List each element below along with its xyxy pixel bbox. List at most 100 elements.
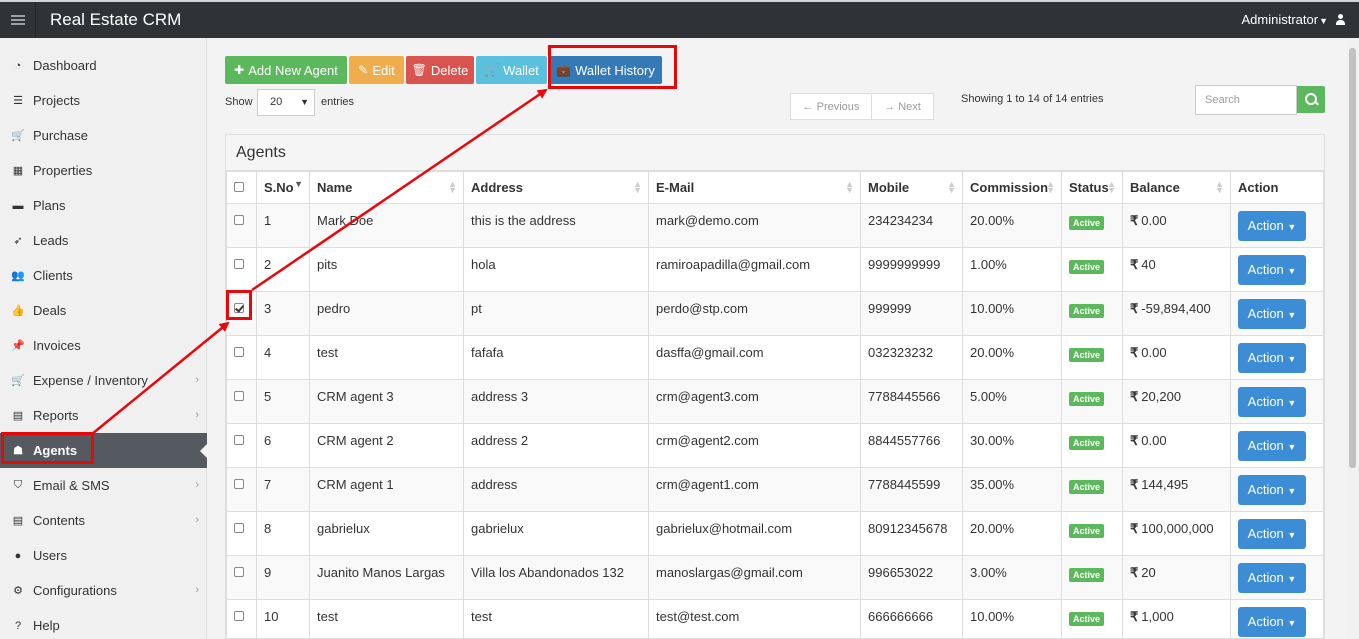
app-title[interactable]: Real Estate CRM [50, 10, 181, 30]
column-header-sno[interactable]: S.No ▼ [256, 171, 310, 204]
table-row[interactable]: 2 pits hola ramiroapadilla@gmail.com 9999999… [226, 247, 1324, 292]
wallet-button[interactable]: 🛒 Wallet [476, 56, 547, 84]
column-header-action: Action [1230, 171, 1324, 204]
cell-balance: ₹20,200 [1122, 379, 1231, 424]
row-checkbox[interactable] [234, 215, 244, 225]
table-row[interactable]: 4 test fafafa dasffa@gmail.com 032323232 20.0… [226, 335, 1324, 380]
cell-name: CRM agent 2 [309, 423, 464, 468]
cell-status: Active [1061, 467, 1123, 512]
table-row[interactable]: 3 pedro pt perdo@stp.com 999999 10.00% Active ₹… [226, 291, 1324, 336]
row-checkbox[interactable] [234, 523, 244, 533]
table-row[interactable]: 1 Mark Doe this is the address mark@demo.co… [226, 203, 1324, 248]
column-header-name[interactable]: Name ▲ ▼ [309, 171, 464, 204]
search-button[interactable] [1297, 86, 1325, 113]
sort-icon: ▲ ▼ [947, 179, 956, 195]
sidebar-item-contents[interactable]: ▤ Contents › [0, 503, 207, 538]
row-checkbox[interactable] [234, 567, 244, 577]
row-action-button[interactable]: Action ▼ [1238, 519, 1306, 549]
caret-down-icon: ▼ [1287, 574, 1297, 584]
entries-label: entries [321, 96, 355, 108]
row-checkbox[interactable] [234, 479, 244, 489]
show-label: Show [225, 96, 253, 108]
tachometer-icon: ◔ [14, 59, 22, 72]
sidebar-item-users[interactable]: ● Users [0, 538, 207, 573]
cell-balance: ₹144,495 [1122, 467, 1231, 512]
row-action-button[interactable]: Action ▼ [1238, 607, 1306, 637]
row-select-cell [226, 423, 257, 468]
rupee-icon: ₹ [1130, 521, 1139, 536]
delete-button[interactable]: 🗑 Delete [406, 56, 474, 84]
sidebar-item-projects[interactable]: ☰ Projects [0, 83, 207, 118]
sidebar-item-leads[interactable]: ➶ Leads [0, 223, 207, 258]
row-action-button[interactable]: Action ▼ [1238, 343, 1306, 373]
next-page-button[interactable]: → Next [871, 93, 934, 120]
rupee-icon: ₹ [1130, 257, 1139, 272]
search-input[interactable]: Search [1195, 85, 1297, 115]
page-length-select[interactable]: 20 ▼ [257, 89, 315, 116]
cell-sno: 7 [256, 467, 310, 512]
row-action-button[interactable]: Action ▼ [1238, 387, 1306, 417]
row-action-button[interactable]: Action ▼ [1238, 299, 1306, 329]
sidebar-item-plans[interactable]: ▬ Plans [0, 188, 207, 223]
sidebar-item-dashboard[interactable]: ◔ Dashboard [0, 48, 207, 83]
page-scrollbar[interactable] [1346, 38, 1359, 639]
table-row[interactable]: 8 gabrielux gabrielux gabrielux@hotmail.com… [226, 511, 1324, 556]
cell-address: hola [463, 247, 649, 292]
add-agent-button[interactable]: ✚ Add New Agent [225, 56, 347, 84]
sidebar-item-deals[interactable]: 👍 Deals [0, 293, 207, 328]
cell-name: CRM agent 3 [309, 379, 464, 424]
sidebar-item-reports[interactable]: ▤ Reports › [0, 398, 207, 433]
column-header-status[interactable]: Status ▲ ▼ [1061, 171, 1123, 204]
sidebar-item-purchase[interactable]: 🛒 Purchase [0, 118, 207, 153]
row-checkbox[interactable] [234, 611, 244, 621]
column-header-email[interactable]: E-Mail ▲ ▼ [648, 171, 861, 204]
table-row[interactable]: 10 test test test@test.com 666666666 10.00% Ac… [226, 599, 1324, 639]
row-checkbox[interactable] [234, 391, 244, 401]
cell-mobile: 666666666 [860, 599, 963, 639]
column-header-mobile[interactable]: Mobile ▲ ▼ [860, 171, 963, 204]
table-row[interactable]: 6 CRM agent 2 address 2 crm@agent2.com 88445… [226, 423, 1324, 468]
balance-value: 20 [1141, 565, 1156, 580]
building-icon: ▦ [12, 165, 24, 177]
row-action-button[interactable]: Action ▼ [1238, 475, 1306, 505]
menu-toggle-icon[interactable] [0, 2, 36, 38]
row-checkbox[interactable] [234, 259, 244, 269]
sidebar-item-properties[interactable]: ▦ Properties [0, 153, 207, 188]
cell-name: pedro [309, 291, 464, 336]
row-action-button[interactable]: Action ▼ [1238, 431, 1306, 461]
previous-page-button[interactable]: ← Previous [790, 93, 872, 120]
column-header-commission[interactable]: Commission ▲ ▼ [962, 171, 1062, 204]
sidebar-item-expense-inventory[interactable]: 🛒 Expense / Inventory › [0, 363, 207, 398]
cell-status: Active [1061, 423, 1123, 468]
cell-email: perdo@stp.com [648, 291, 861, 336]
row-checkbox[interactable] [234, 435, 244, 445]
rupee-icon: ₹ [1130, 213, 1139, 228]
table-row[interactable]: 7 CRM agent 1 address crm@agent1.com 7788445… [226, 467, 1324, 512]
row-checkbox[interactable] [234, 347, 244, 357]
sidebar-item-configurations[interactable]: ⚙ Configurations › [0, 573, 207, 608]
scrollbar-thumb[interactable] [1349, 48, 1356, 468]
sidebar-item-email-sms[interactable]: ⛉ Email & SMS › [0, 468, 207, 503]
sidebar-item-clients[interactable]: 👥 Clients [0, 258, 207, 293]
action-label: Action [1247, 218, 1284, 233]
select-all-checkbox[interactable] [234, 182, 244, 192]
sidebar-item-invoices[interactable]: 📌 Invoices [0, 328, 207, 363]
row-action-button[interactable]: Action ▼ [1238, 563, 1306, 593]
action-label: Action [1247, 570, 1284, 585]
status-badge: Active [1069, 348, 1105, 362]
column-header-address[interactable]: Address ▲ ▼ [463, 171, 649, 204]
sidebar-item-help[interactable]: ? Help [0, 608, 207, 639]
row-action-button[interactable]: Action ▼ [1238, 255, 1306, 285]
sidebar-item-label: Leads [33, 233, 69, 248]
column-header-balance[interactable]: Balance ▲ ▼ [1122, 171, 1231, 204]
cell-commission: 20.00% [962, 203, 1062, 248]
highlight-agents-nav [1, 432, 94, 464]
user-menu[interactable]: Administrator▼ [1242, 12, 1345, 27]
table-row[interactable]: 5 CRM agent 3 address 3 crm@agent3.com 77884… [226, 379, 1324, 424]
cell-address: address 2 [463, 423, 649, 468]
wallet-label: Wallet [503, 62, 539, 78]
edit-button[interactable]: ✎ Edit [349, 56, 404, 84]
agents-table: S.No ▼ Name ▲ ▼ Address ▲ ▼ E-Mail ▲ ▼ Mobile ▲ ▼… [226, 171, 1324, 639]
table-row[interactable]: 9 Juanito Manos Largas Villa los Abandonad… [226, 555, 1324, 600]
row-action-button[interactable]: Action ▼ [1238, 211, 1306, 241]
